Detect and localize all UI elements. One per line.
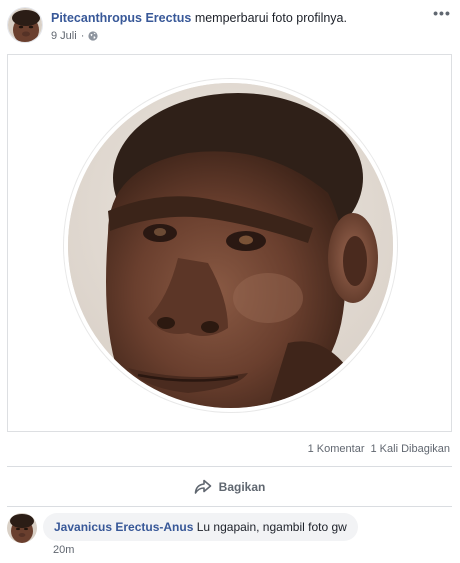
post-date-link[interactable]: 9 Juli: [51, 29, 77, 43]
post-action-text: memperbarui foto profilnya.: [194, 11, 347, 25]
stats-divider: [7, 466, 452, 467]
profile-photo-post: Pitecanthropus Erectus memperbarui foto …: [0, 0, 460, 563]
comment-bubble: Javanicus Erectus-Anus Lu ngapain, ngamb…: [43, 513, 358, 541]
post-stats: 1 Komentar 1 Kali Dibagikan: [308, 443, 450, 455]
comment-item: Javanicus Erectus-Anus Lu ngapain, ngamb…: [7, 511, 453, 557]
globe-icon[interactable]: [88, 31, 98, 41]
commenter-name-link[interactable]: Javanicus Erectus-Anus: [54, 520, 193, 534]
share-button[interactable]: Bagikan: [7, 470, 452, 504]
author-avatar[interactable]: [7, 7, 43, 43]
comment-count-link[interactable]: 1 Komentar: [308, 443, 365, 455]
actions-divider: [7, 506, 452, 507]
comment-timestamp[interactable]: 20m: [53, 544, 74, 556]
share-count-link[interactable]: 1 Kali Dibagikan: [371, 443, 451, 455]
post-author-link[interactable]: Pitecanthropus Erectus: [51, 11, 191, 25]
separator-dot: ·: [80, 30, 85, 42]
comment-text: Lu ngapain, ngambil foto gw: [196, 520, 347, 534]
post-headline: Pitecanthropus Erectus memperbarui foto …: [51, 10, 423, 26]
share-label: Bagikan: [218, 480, 266, 494]
more-options-icon[interactable]: •••: [433, 6, 451, 23]
post-meta: 9 Juli ·: [51, 29, 98, 43]
profile-photo[interactable]: [64, 79, 397, 412]
post-header: Pitecanthropus Erectus memperbarui foto …: [7, 6, 453, 45]
profile-photo-frame[interactable]: [7, 54, 452, 432]
share-icon: [194, 479, 211, 494]
commenter-avatar[interactable]: [7, 513, 37, 543]
